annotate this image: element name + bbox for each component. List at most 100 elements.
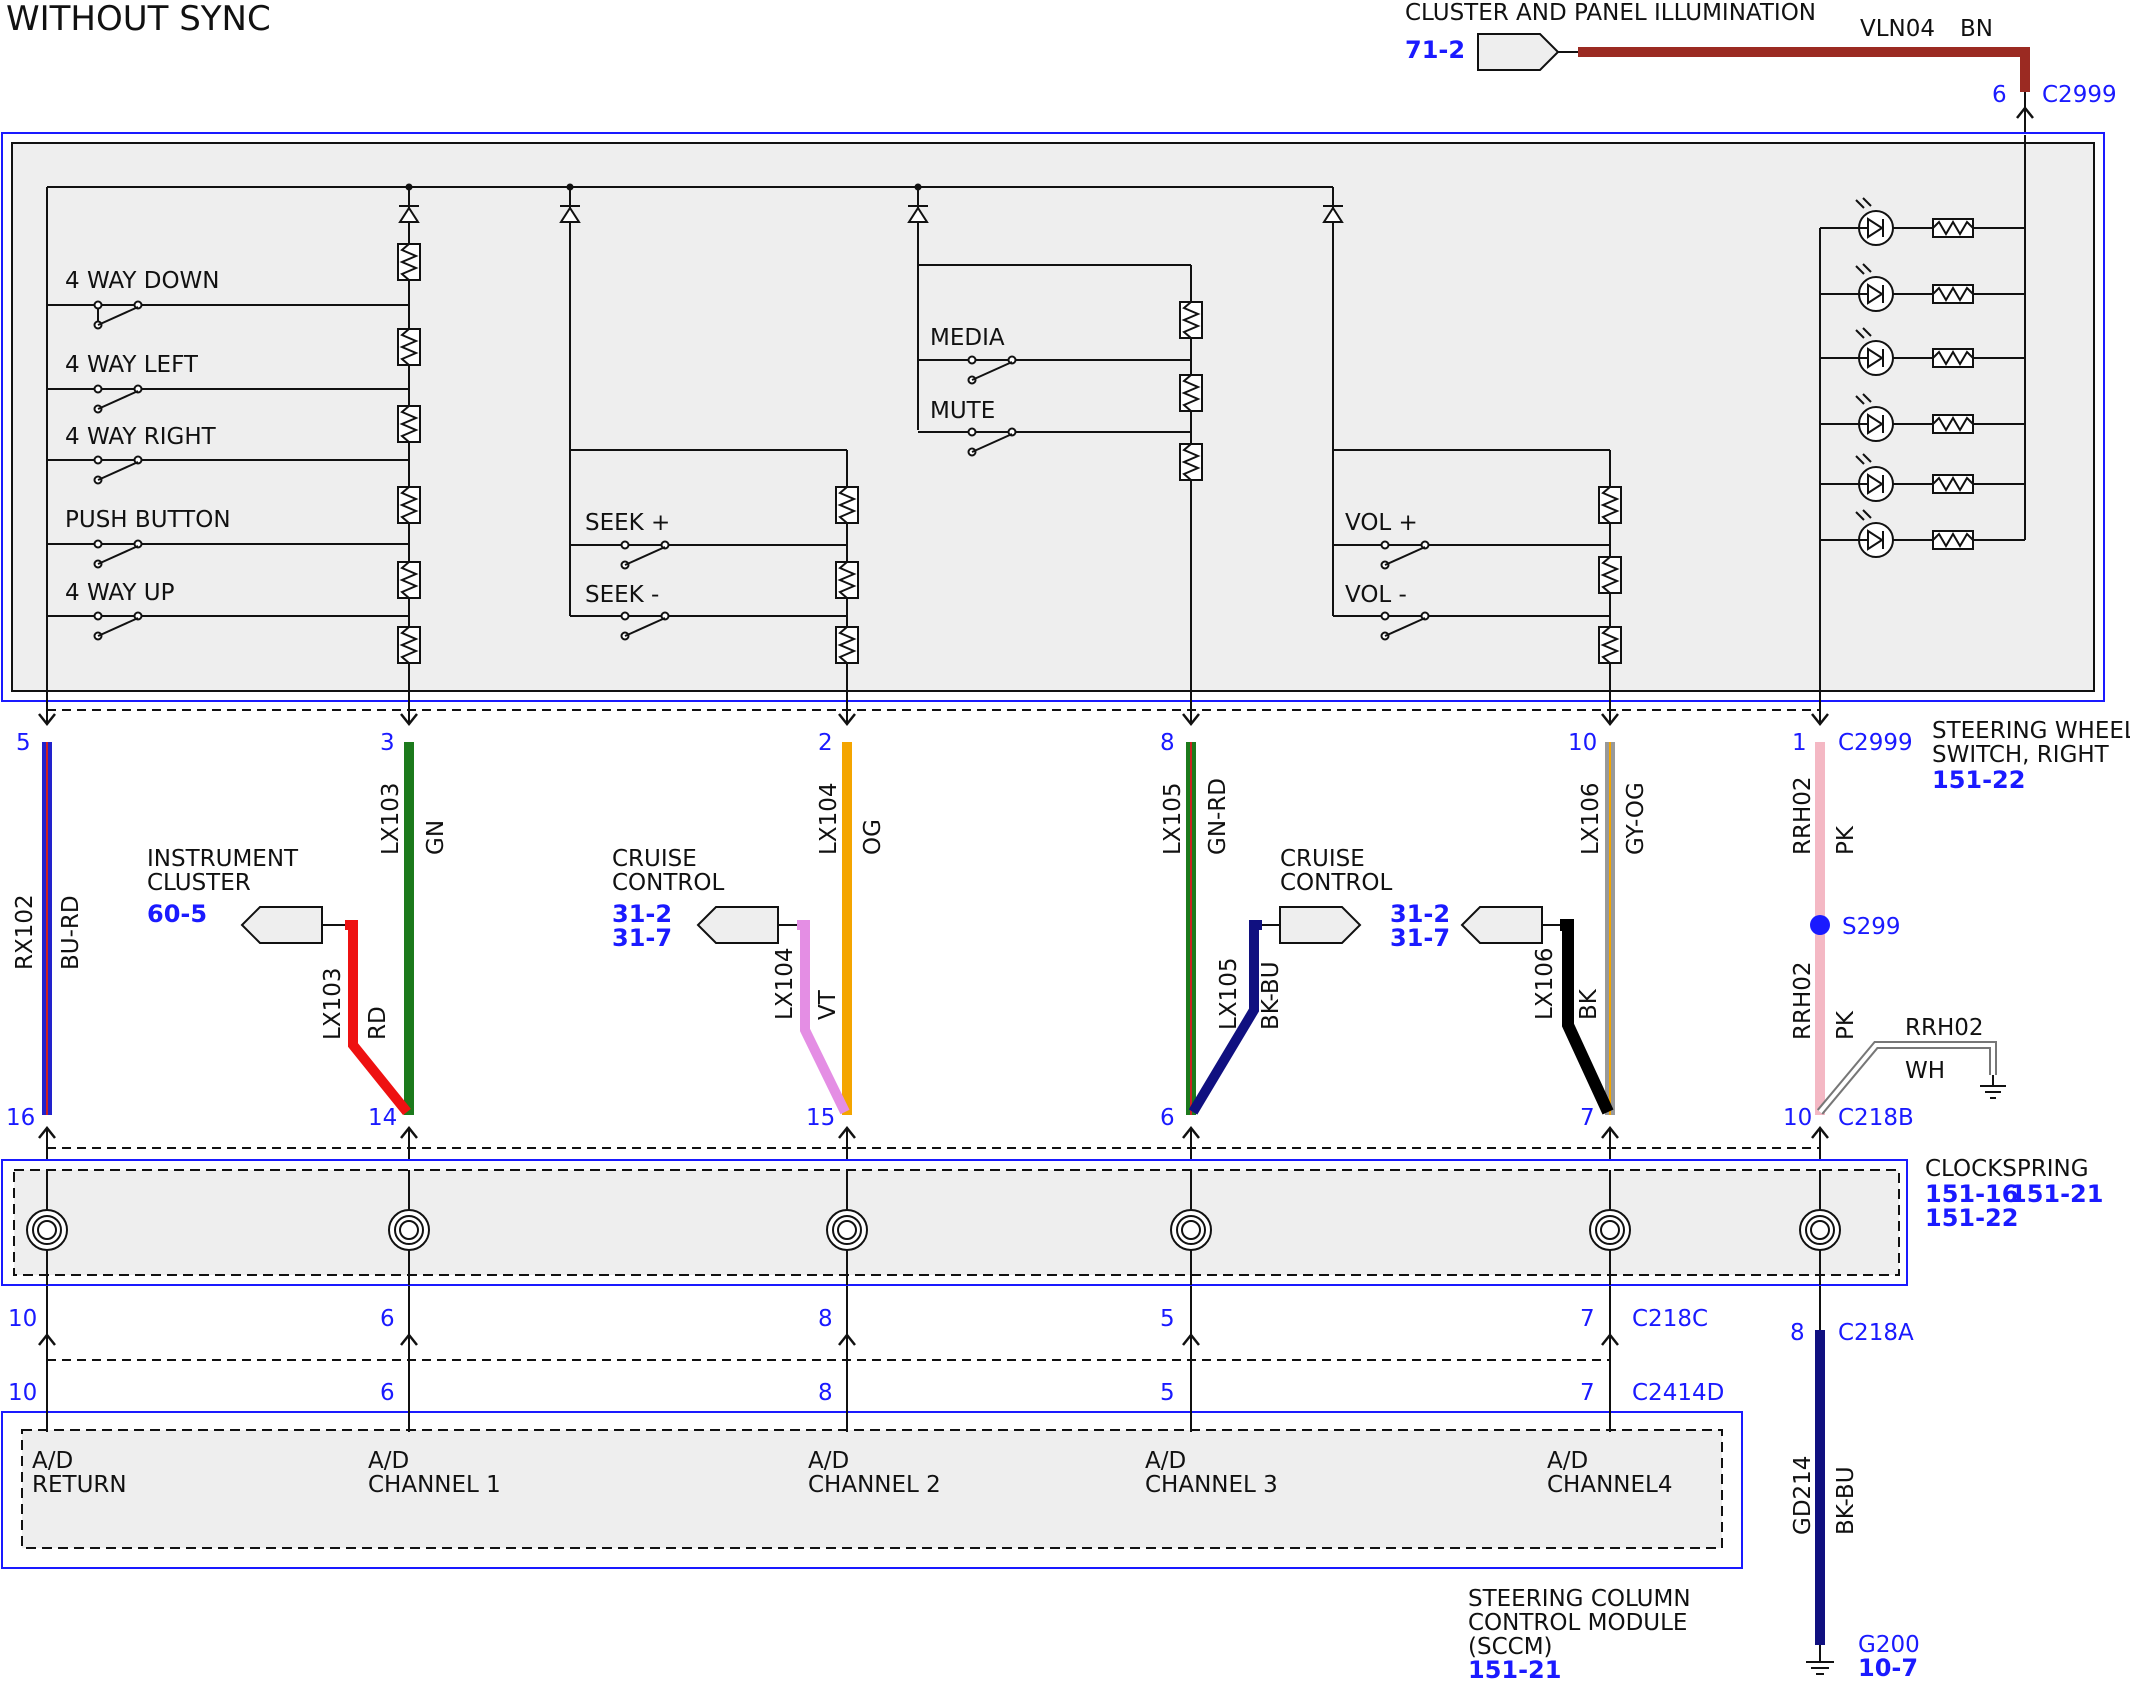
clockspring-coil-icon [1799,1209,1841,1251]
splice-s299-label: S299 [1842,914,1901,940]
connector-c218c-label: C218C [1632,1306,1708,1332]
sccm-ch0-l1: A/D [32,1448,73,1474]
rx102-circuit: RX102 [12,894,38,970]
lx103-circuit: LX103 [378,783,404,855]
c218c-pin-0: 10 [8,1306,37,1332]
switch-seek-plus-label: SEEK + [585,510,670,536]
lx106-bk-circuit: LX106 [1532,948,1558,1020]
sccm-ch3-l1: A/D [1145,1448,1186,1474]
switch-4-way-left-label: 4 WAY LEFT [65,352,199,378]
clockspring-ref2: 151-21 [2010,1180,2103,1208]
pin-top-lx104: 2 [818,730,833,756]
clockspring-coil-icon [26,1209,68,1251]
lx106-circuit: LX106 [1578,783,1604,855]
lx103-rd-circuit: LX103 [320,968,346,1040]
switch-push-button-label: PUSH BUTTON [65,507,231,533]
pin-top-lx106: 10 [1568,730,1597,756]
gd214-circuit: GD214 [1790,1456,1816,1535]
sccm-name1: STEERING COLUMN [1468,1586,1691,1612]
wiring-diagram: WITHOUT SYNC CLUSTER AND PANEL ILLUMINAT… [1,0,2130,1681]
instrument-label2: CLUSTER [147,870,251,896]
cruise2-connector-icon [1279,906,1361,944]
steering-switch-inner [11,142,2095,692]
c2414d-pin-2: 8 [818,1380,833,1406]
rrh02-lower-circuit: RRH02 [1790,961,1816,1040]
ground-icon-shield [1980,1075,2006,1099]
cruise1-ref2: 31-7 [612,924,672,952]
vln04-color: BN [1960,16,1993,42]
switch-4-way-up-label: 4 WAY UP [65,580,175,606]
pin-bottom-rx102: 16 [6,1105,35,1131]
illumination-ref: 71-2 [1405,36,1465,64]
switch-name-line2: SWITCH, RIGHT [1932,742,2110,768]
lx105-color: GN-RD [1205,778,1231,855]
switch-vol-plus-label: VOL + [1345,510,1418,536]
clockspring-ref3: 151-22 [1925,1204,2018,1232]
rrh02-color: PK [1833,825,1859,855]
lx104-color: OG [860,819,886,855]
ground-pin: 8 [1790,1320,1805,1346]
switch-seek-minus-label: SEEK - [585,582,659,608]
connector-c2999-label: C2999 [1838,730,1913,756]
lx104-circuit: LX104 [816,783,842,855]
c218c-pin-4: 7 [1580,1306,1595,1332]
diagram-title: WITHOUT SYNC [6,0,271,39]
lx105-circuit: LX105 [1160,783,1186,855]
connector-c2414d-label: C2414D [1632,1380,1724,1406]
lx106-connector-icon [1461,906,1543,944]
illumination-connector: C2999 [2042,82,2117,108]
lx103-rd-color: RD [365,1006,391,1040]
sccm-ch1-l2: CHANNEL 1 [368,1472,501,1498]
lx106-bk-color: BK [1576,988,1602,1020]
connector-c218a-label: C218A [1838,1320,1914,1346]
switch-4-way-down-label: 4 WAY DOWN [65,268,220,294]
cruise1-label2: CONTROL [612,870,725,896]
sccm-ch2-l1: A/D [808,1448,849,1474]
illumination-label: CLUSTER AND PANEL ILLUMINATION [1405,0,1816,26]
sccm-name2: CONTROL MODULE [1468,1610,1687,1636]
clockspring-label: CLOCKSPRING [1925,1156,2089,1182]
vln04-circuit: VLN04 [1860,16,1935,42]
switch-4-way-right-label: 4 WAY RIGHT [65,424,217,450]
instrument-label1: INSTRUMENT [147,846,299,872]
lx105-bkbu-color: BK-BU [1258,961,1284,1030]
switch-name-line1: STEERING WHEEL [1932,718,2130,744]
sccm-ch1-l1: A/D [368,1448,409,1474]
clockspring-coil-icon [826,1209,868,1251]
switch-vol-minus-label: VOL - [1345,582,1407,608]
sccm-ch4-l1: A/D [1547,1448,1588,1474]
clockspring-coil-icon [388,1209,430,1251]
switch-ref: 151-22 [1932,766,2025,794]
shield-color: WH [1905,1058,1945,1084]
c218c-pin-1: 6 [380,1306,395,1332]
pin-top-rrh02: 1 [1792,730,1807,756]
lx104-vt-color: VT [815,989,841,1020]
sccm-ch2-l2: CHANNEL 2 [808,1472,941,1498]
c2414d-pin-3: 5 [1160,1380,1175,1406]
cruise1-label1: CRUISE [612,846,697,872]
instrument-connector-icon [241,906,323,944]
switch-media-label: MEDIA [930,325,1005,351]
c2414d-pin-4: 7 [1580,1380,1595,1406]
sccm-ch3-l2: CHANNEL 3 [1145,1472,1278,1498]
cruise2-ref2: 31-7 [1390,924,1450,952]
clockspring-coil-icon [1589,1209,1631,1251]
shield-circuit: RRH02 [1905,1015,1984,1041]
splice-s299 [1810,915,1830,935]
ground-ref: 10-7 [1858,1654,1918,1681]
pin-bottom-lx105: 6 [1160,1105,1175,1131]
pin-bottom-rrh02: 10 [1783,1105,1812,1131]
lx106-color: GY-OG [1623,782,1649,855]
rrh02-lower-color: PK [1833,1010,1859,1040]
cruise1-connector-icon [697,906,779,944]
cruise2-label2: CONTROL [1280,870,1393,896]
cruise2-label1: CRUISE [1280,846,1365,872]
c218c-pin-2: 8 [818,1306,833,1332]
sccm-ch0-l2: RETURN [32,1472,127,1498]
c2414d-pin-1: 6 [380,1380,395,1406]
rx102-color: BU-RD [58,895,84,970]
pin-bottom-lx104: 15 [806,1105,835,1131]
lx103-color: GN [423,820,449,855]
illumination-connector-icon [1477,33,1559,71]
rrh02-circuit: RRH02 [1790,776,1816,855]
